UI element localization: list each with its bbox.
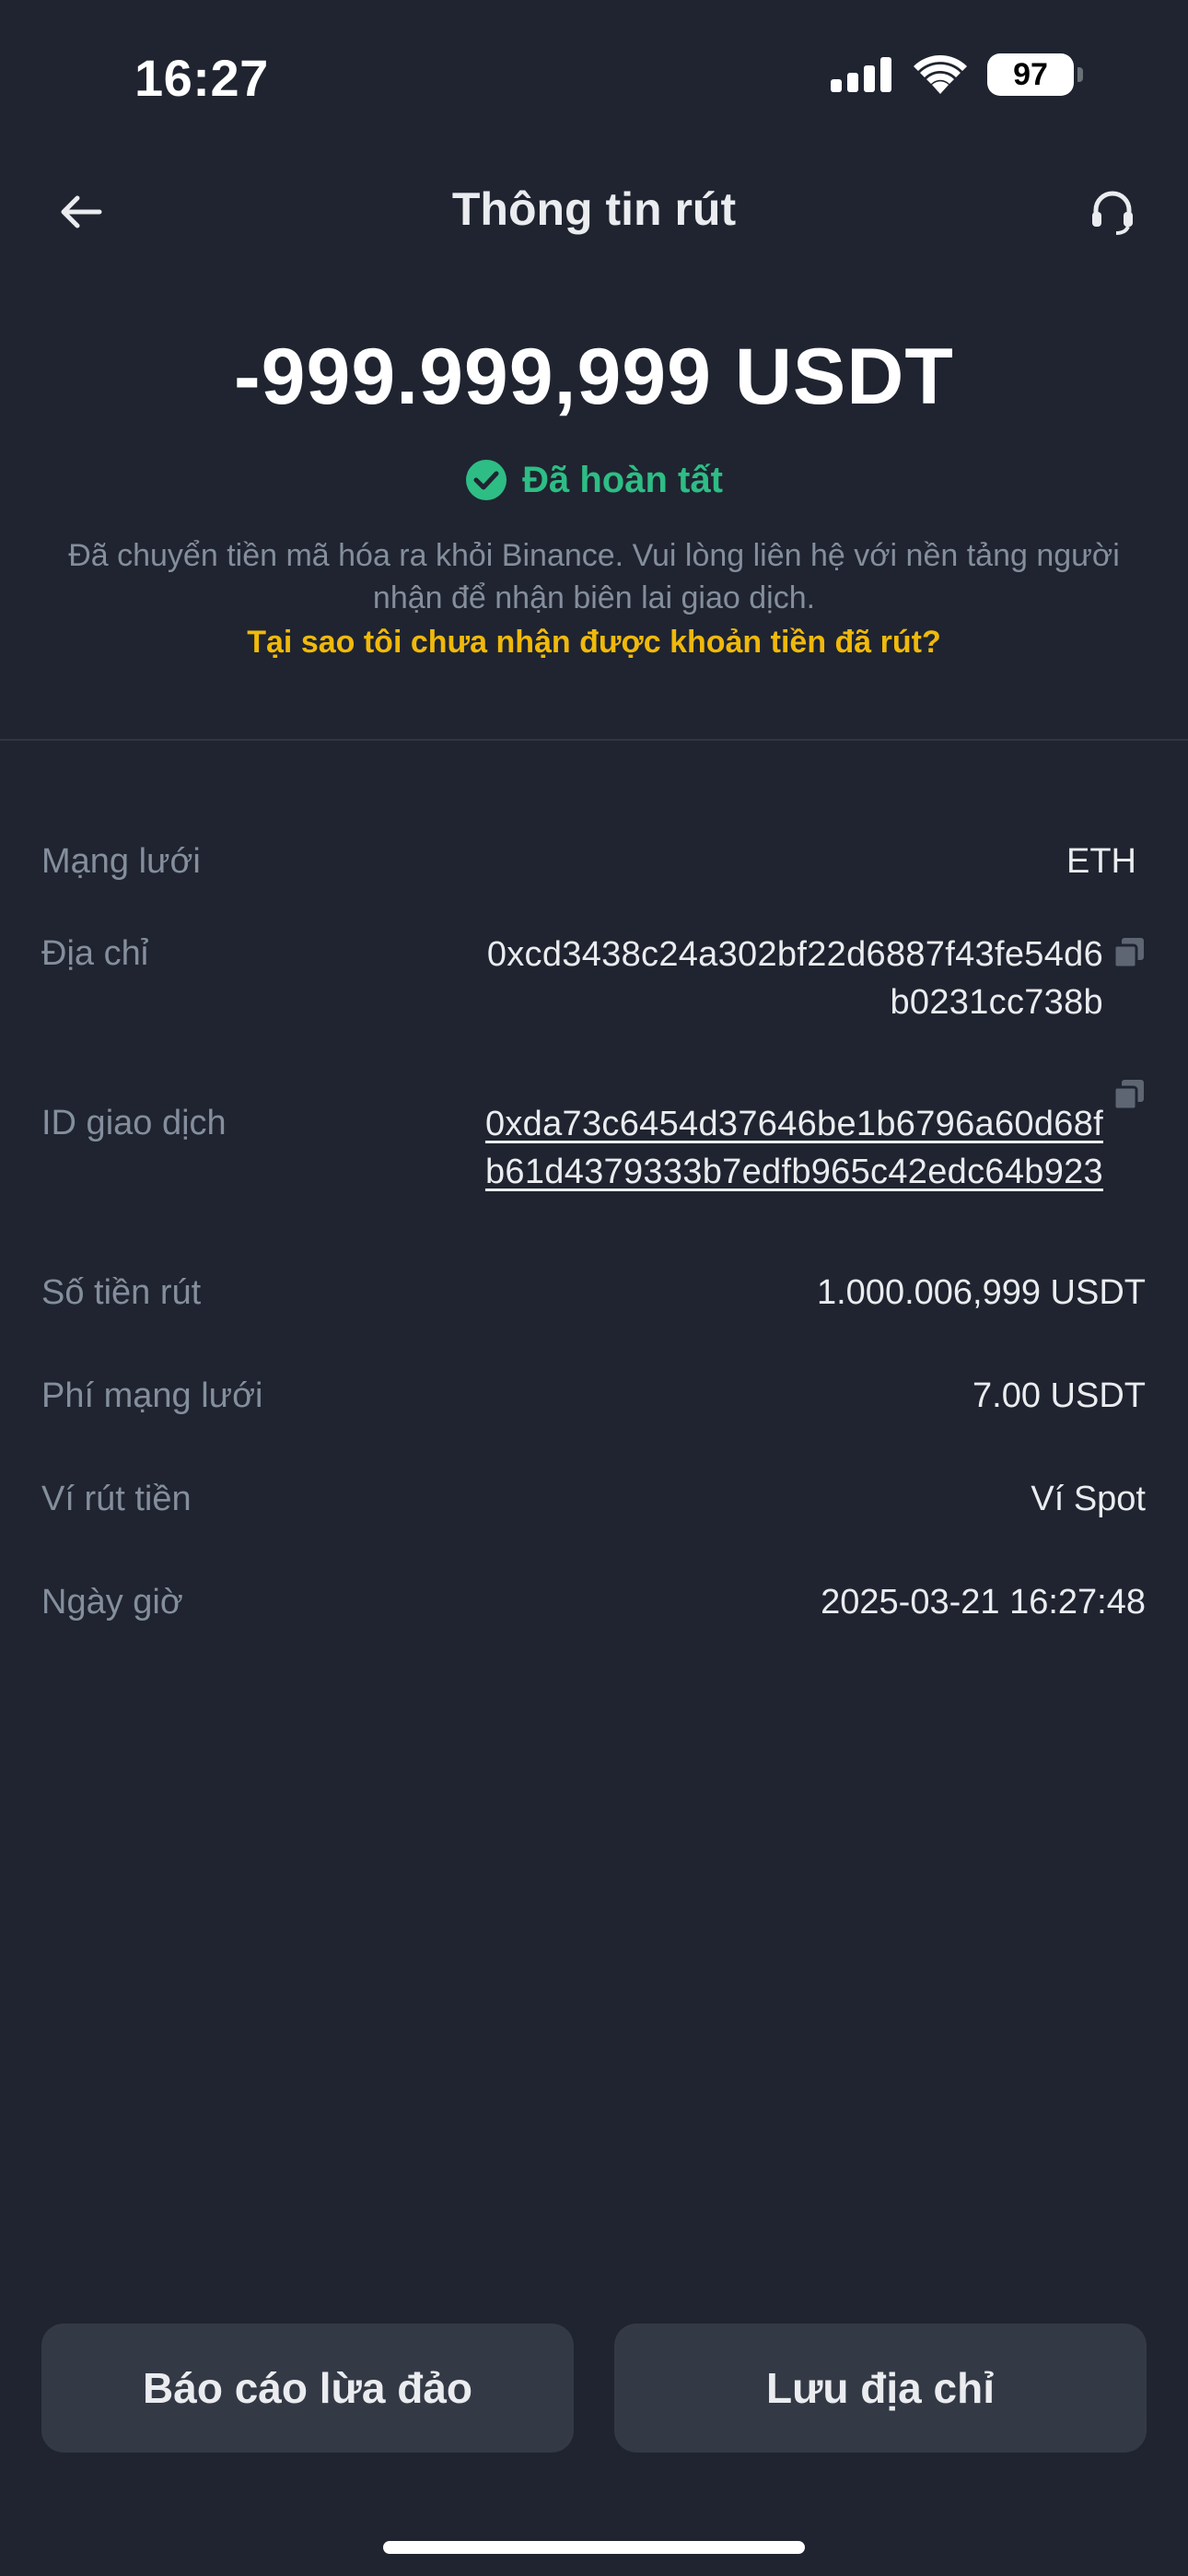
home-indicator[interactable] — [383, 2541, 805, 2554]
report-scam-button[interactable]: Báo cáo lừa đảo — [41, 2324, 574, 2453]
address-label: Địa chỉ — [41, 934, 149, 973]
battery-indicator: 97 — [987, 53, 1083, 96]
status-text: Đã hoàn tất — [522, 459, 723, 500]
withdraw-amount-label: Số tiền rút — [41, 1273, 202, 1312]
support-button[interactable] — [1085, 184, 1140, 240]
txid-line-1: 0xda73c6454d37646be1b6796a60d68f — [484, 1105, 1103, 1143]
copy-address-icon[interactable] — [1112, 936, 1146, 969]
wallet-value: Ví Spot — [1031, 1480, 1146, 1518]
network-label: Mạng lưới — [41, 842, 201, 881]
datetime-label: Ngày giờ — [41, 1583, 183, 1622]
battery-tip — [1077, 67, 1083, 82]
network-fee-value: 7.00 USDT — [973, 1376, 1146, 1415]
withdrawal-amount: -999.999,999 USDT — [234, 333, 954, 421]
copy-txid-icon[interactable] — [1112, 1078, 1146, 1111]
address-line-1: 0xcd3438c24a302bf22d6887f43fe54d6 — [486, 935, 1103, 974]
divider — [0, 739, 1188, 741]
page-title: Thông tin rút — [451, 183, 737, 235]
withdraw-amount-value: 1.000.006,999 USDT — [816, 1273, 1146, 1312]
wifi-icon — [914, 55, 967, 94]
status-icons: 97 — [831, 53, 1083, 96]
txid-value[interactable]: 0xda73c6454d37646be1b6796a60d68f b61d437… — [485, 1100, 1103, 1196]
description-text: Đã chuyển tiền mã hóa ra khỏi Binance. V… — [68, 538, 1120, 615]
help-link[interactable]: Tại sao tôi chưa nhận được khoản tiền đã… — [0, 625, 1188, 661]
network-value: ETH — [1066, 842, 1136, 881]
battery-level: 97 — [987, 53, 1074, 96]
address-line-2: b0231cc738b — [890, 983, 1103, 1022]
status-time: 16:27 — [134, 49, 269, 107]
status-bar: 16:27 97 — [0, 0, 1188, 157]
status-badge: Đã hoàn tất — [0, 459, 1188, 501]
address-value: 0xcd3438c24a302bf22d6887f43fe54d6 b0231c… — [487, 931, 1103, 1026]
wallet-label: Ví rút tiền — [41, 1480, 192, 1518]
save-address-button[interactable]: Lưu địa chỉ — [614, 2324, 1147, 2453]
txid-label: ID giao dịch — [41, 1104, 227, 1142]
cellular-signal-icon — [831, 57, 891, 92]
txid-line-2: b61d4379333b7edfb965c42edc64b923 — [484, 1153, 1103, 1191]
check-circle-icon — [466, 460, 507, 500]
network-fee-label: Phí mạng lưới — [41, 1376, 263, 1415]
datetime-value: 2025-03-21 16:27:48 — [821, 1583, 1146, 1622]
nav-bar: Thông tin rút — [0, 166, 1188, 258]
headset-icon — [1092, 191, 1133, 235]
